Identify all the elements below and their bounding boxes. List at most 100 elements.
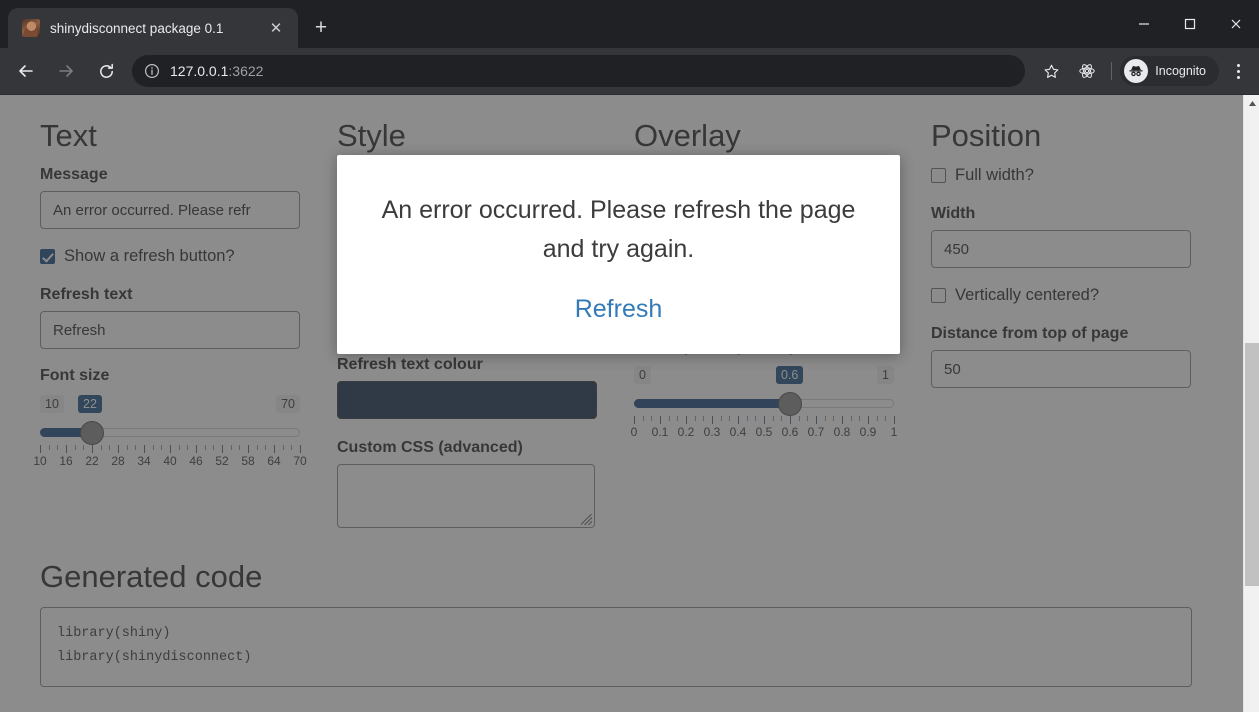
slider-tick: [48, 445, 50, 451]
slider-tick-label: 0.6: [781, 425, 799, 440]
incognito-label: Incognito: [1155, 64, 1206, 78]
address-bar[interactable]: 127.0.0.1:3622: [132, 55, 1026, 87]
full-width-label: Full width?: [955, 166, 1034, 185]
url-text: 127.0.0.1:3622: [170, 63, 263, 79]
slider-tick-label: 0.5: [755, 425, 773, 440]
scroll-up-arrow[interactable]: [1244, 95, 1259, 112]
slider-tick: [144, 445, 145, 454]
font-size-slider-pips: 10 22 70: [40, 395, 300, 417]
info-circle-icon[interactable]: [144, 63, 160, 79]
slider-tick: [230, 445, 232, 451]
slider-tick-label: 0.2: [677, 425, 695, 440]
slider-tick-label: 10: [33, 454, 47, 469]
slider-tick: [204, 445, 206, 451]
heading-overlay: Overlay: [634, 118, 741, 153]
scroll-thumb[interactable]: [1245, 343, 1259, 586]
refresh-colour-swatch[interactable]: [337, 381, 597, 420]
slider-tick: [213, 445, 215, 451]
message-input[interactable]: An error occurred. Please refr: [40, 191, 300, 230]
slider-tick: [196, 445, 197, 454]
generated-code-box[interactable]: library(shiny) library(shinydisconnect): [40, 607, 1192, 688]
slider-tick: [187, 445, 189, 451]
slider-tick: [642, 416, 644, 422]
show-refresh-checkbox[interactable]: [40, 249, 55, 265]
width-input[interactable]: 450: [931, 230, 1191, 269]
maximize-icon[interactable]: [1167, 0, 1213, 48]
column-position: Position Full width? Width 450 Verticall…: [931, 95, 1203, 528]
slider-tick: [807, 416, 809, 422]
slider-tick: [170, 445, 171, 454]
slider-tick: [720, 416, 722, 422]
slider-tick-label: 0.8: [833, 425, 851, 440]
slider-tick: [694, 416, 696, 422]
slider-tick: [712, 416, 713, 425]
slider-tick: [859, 416, 861, 422]
slider-tick: [842, 416, 843, 425]
star-icon[interactable]: [1036, 56, 1066, 86]
full-width-checkbox-row[interactable]: Full width?: [931, 166, 1203, 185]
slider-tick: [92, 445, 93, 454]
close-window-icon[interactable]: [1213, 0, 1259, 48]
slider-tick: [876, 416, 878, 422]
overlay-value-pip: 0.6: [776, 366, 804, 385]
show-refresh-checkbox-row[interactable]: Show a refresh button?: [40, 247, 299, 266]
overlay-transparency-slider[interactable]: 0 0.6 1 0 0.1 0.2 0.3 0.4 0.5 0.6 0.7 0.8 0.9 1: [631, 366, 897, 443]
incognito-indicator[interactable]: Incognito: [1120, 56, 1219, 86]
overlay-ticks: [634, 416, 895, 425]
slider-tick: [772, 416, 774, 422]
slider-tick: [764, 416, 765, 425]
font-size-value-pip: 22: [78, 395, 102, 414]
slider-tick-label: 40: [163, 454, 177, 469]
slider-tick: [265, 445, 267, 451]
label-refresh-colour: Refresh text colour: [337, 356, 483, 374]
page-scrollbar[interactable]: [1243, 95, 1259, 712]
full-width-checkbox[interactable]: [931, 168, 946, 184]
slider-tick: [798, 416, 800, 422]
overlay-handle[interactable]: [778, 392, 802, 417]
slider-tick-label: 22: [85, 454, 99, 469]
vertically-centered-label: Vertically centered?: [955, 286, 1099, 305]
refresh-text-input[interactable]: Refresh: [40, 311, 300, 350]
forward-icon[interactable]: [48, 53, 84, 89]
heading-style: Style: [337, 118, 406, 153]
overlay-slider-pips: 0 0.6 1: [634, 366, 894, 388]
slider-tick: [256, 445, 258, 451]
overlay-slider-track[interactable]: [634, 390, 894, 417]
vertically-centered-checkbox[interactable]: [931, 288, 946, 304]
font-size-slider-track[interactable]: [40, 419, 300, 446]
browser-tab[interactable]: shinydisconnect package 0.1 ✕: [8, 8, 298, 48]
tab-strip: shinydisconnect package 0.1 ✕ +: [0, 0, 338, 48]
slider-tick-label: 28: [111, 454, 125, 469]
label-distance-top: Distance from top of page: [931, 325, 1129, 343]
slider-tick: [868, 416, 869, 425]
new-tab-button[interactable]: +: [304, 11, 338, 45]
slider-tick: [651, 416, 653, 422]
slider-tick: [57, 445, 59, 451]
slider-tick: [126, 445, 128, 451]
slider-tick-label: 0.9: [859, 425, 877, 440]
label-font-size: Font size: [40, 367, 110, 385]
kebab-menu-icon[interactable]: [1223, 56, 1253, 86]
window-controls: [1121, 0, 1259, 48]
heading-text: Text: [40, 118, 97, 153]
slider-tick-label: 70: [293, 454, 307, 469]
font-size-max-pip: 70: [276, 395, 300, 414]
slider-tick-label: 34: [137, 454, 151, 469]
react-extension-icon[interactable]: [1072, 56, 1102, 86]
slider-tick: [755, 416, 757, 422]
vertically-centered-checkbox-row[interactable]: Vertically centered?: [931, 286, 1203, 305]
minimize-icon[interactable]: [1121, 0, 1167, 48]
font-size-handle[interactable]: [80, 421, 104, 446]
distance-top-input[interactable]: 50: [931, 350, 1191, 389]
slider-tick: [178, 445, 180, 451]
close-tab-icon[interactable]: ✕: [264, 16, 288, 40]
slider-tick: [66, 445, 67, 454]
heading-position: Position: [931, 118, 1042, 153]
back-icon[interactable]: [8, 53, 44, 89]
custom-css-textarea[interactable]: [337, 464, 595, 529]
slider-tick: [824, 416, 826, 422]
reload-icon[interactable]: [88, 53, 124, 89]
slider-tick: [100, 445, 102, 451]
modal-refresh-link[interactable]: Refresh: [575, 295, 663, 324]
font-size-slider[interactable]: 10 22 70 10 16 22 28 34 40 46 52 58 64 70: [33, 395, 307, 472]
